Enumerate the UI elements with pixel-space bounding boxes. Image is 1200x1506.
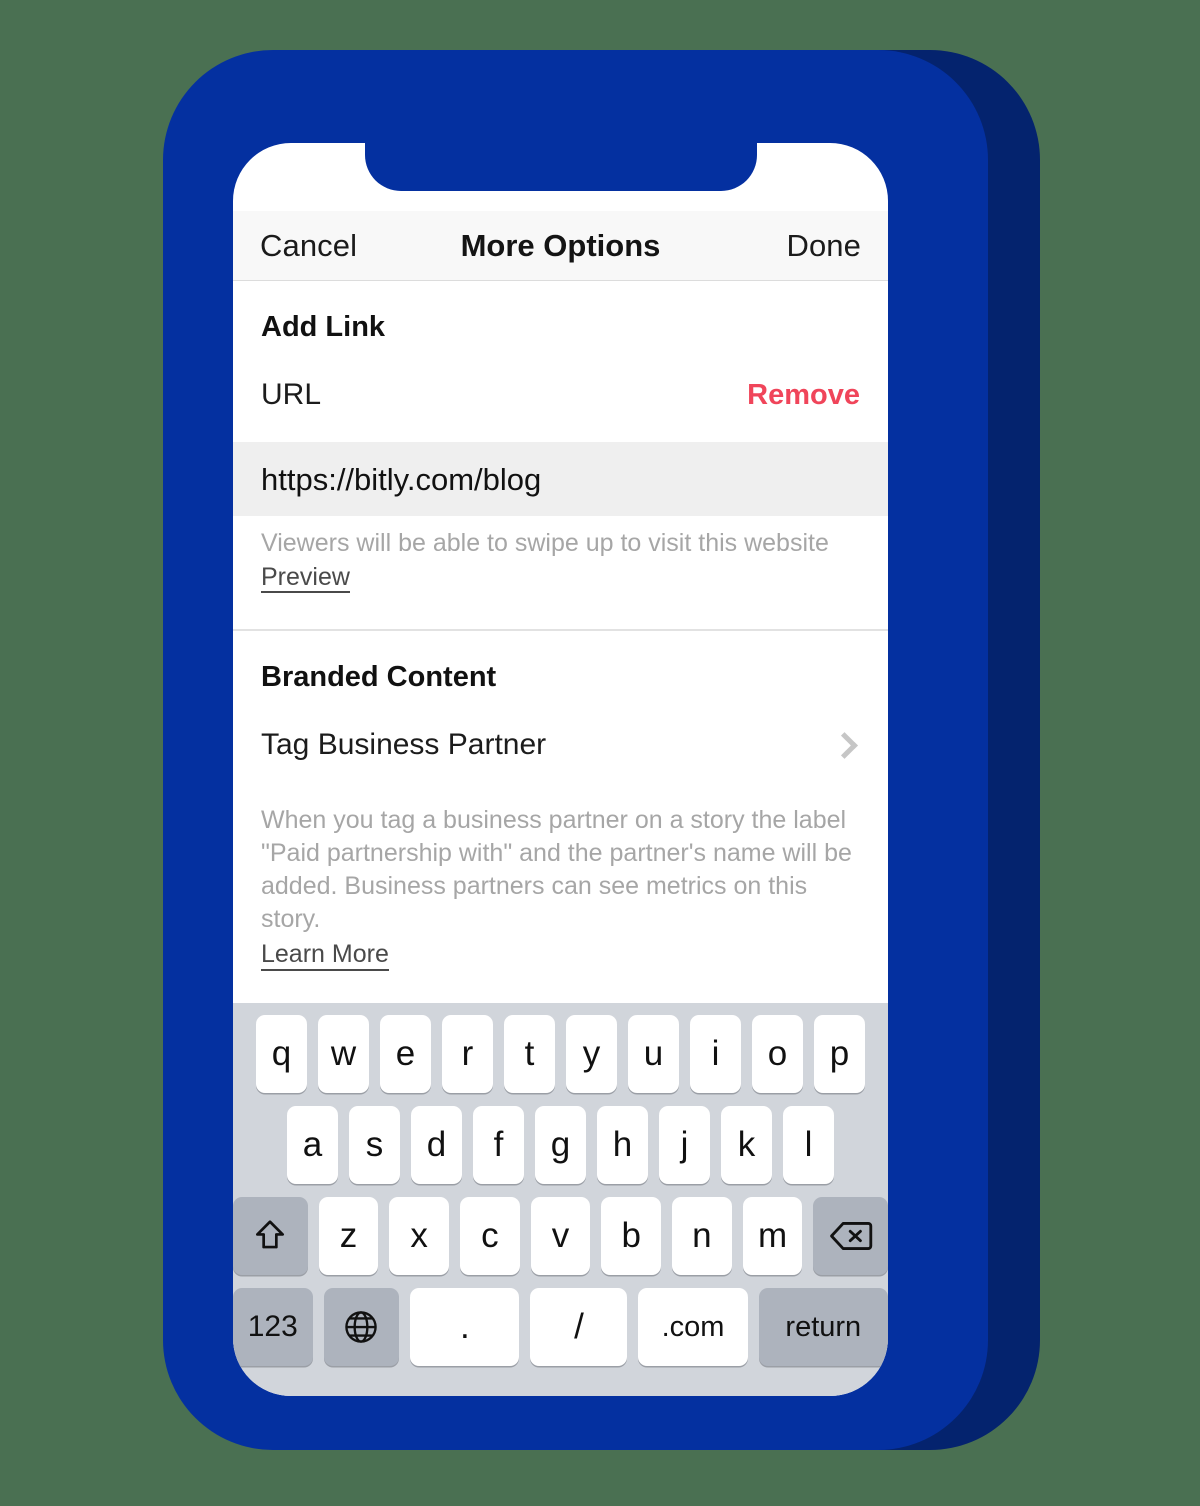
dotcom-key[interactable]: .com [638, 1288, 748, 1366]
done-button[interactable]: Done [786, 228, 861, 264]
key-i[interactable]: i [690, 1015, 741, 1093]
keyboard-row-4: 123 . / .com return [233, 1288, 888, 1366]
key-k[interactable]: k [721, 1106, 772, 1184]
url-input[interactable]: https://bitly.com/blog [233, 442, 888, 516]
key-p[interactable]: p [814, 1015, 865, 1093]
key-m[interactable]: m [742, 1197, 803, 1275]
options-content: Add Link URL Remove https://bitly.com/bl… [233, 281, 888, 971]
slash-key[interactable]: / [530, 1288, 628, 1366]
url-row: URL Remove [233, 344, 888, 442]
key-f[interactable]: f [473, 1106, 524, 1184]
phone-mockup-stage: Cancel More Options Done Add Link URL Re… [0, 0, 1200, 1506]
url-label: URL [261, 378, 322, 411]
page-title: More Options [460, 227, 661, 263]
backspace-delete-icon[interactable] [813, 1197, 888, 1275]
tag-business-partner-label: Tag Business Partner [261, 728, 547, 762]
cancel-button[interactable]: Cancel [260, 228, 357, 264]
key-t[interactable]: t [504, 1015, 555, 1093]
key-u[interactable]: u [628, 1015, 679, 1093]
url-helper-text: Viewers will be able to swipe up to visi… [261, 529, 829, 557]
remove-button[interactable]: Remove [747, 379, 860, 412]
key-e[interactable]: e [380, 1015, 431, 1093]
key-z[interactable]: z [318, 1197, 379, 1275]
tag-business-partner-row[interactable]: Tag Business Partner [233, 694, 888, 792]
key-a[interactable]: a [287, 1106, 338, 1184]
key-b[interactable]: b [601, 1197, 662, 1275]
key-s[interactable]: s [349, 1106, 400, 1184]
key-r[interactable]: r [442, 1015, 493, 1093]
key-w[interactable]: w [318, 1015, 369, 1093]
globe-language-icon[interactable] [323, 1288, 400, 1366]
shift-up-arrow-icon[interactable] [233, 1197, 308, 1275]
learn-more-link[interactable]: Learn More [261, 940, 389, 971]
numbers-key[interactable]: 123 [233, 1288, 313, 1366]
key-q[interactable]: q [256, 1015, 307, 1093]
chevron-right-icon [831, 731, 858, 759]
key-v[interactable]: v [530, 1197, 591, 1275]
phone-screen: Cancel More Options Done Add Link URL Re… [233, 143, 888, 1396]
keyboard-row-1: q w e r t y u i o p [233, 1015, 888, 1093]
branded-content-description: When you tag a business partner on a sto… [261, 806, 852, 934]
keyboard-row-2: a s d f g h j k l [233, 1106, 888, 1184]
key-g[interactable]: g [535, 1106, 586, 1184]
preview-link[interactable]: Preview [261, 563, 350, 594]
return-key[interactable]: return [758, 1288, 888, 1366]
key-y[interactable]: y [566, 1015, 617, 1093]
add-link-section-header: Add Link [261, 311, 386, 343]
key-o[interactable]: o [752, 1015, 803, 1093]
key-l[interactable]: l [783, 1106, 834, 1184]
keyboard-row-3: z x c v b n m [233, 1197, 888, 1275]
navigation-bar: Cancel More Options Done [233, 211, 888, 281]
period-key[interactable]: . [410, 1288, 520, 1366]
onscreen-keyboard: q w e r t y u i o p a s d f g h j k l z … [233, 1003, 888, 1396]
key-h[interactable]: h [597, 1106, 648, 1184]
key-n[interactable]: n [672, 1197, 732, 1275]
phone-notch [364, 143, 757, 191]
key-x[interactable]: x [389, 1197, 449, 1275]
branded-content-section-header: Branded Content [261, 661, 497, 694]
key-d[interactable]: d [411, 1106, 462, 1184]
key-c[interactable]: c [459, 1197, 520, 1275]
key-j[interactable]: j [659, 1106, 710, 1184]
